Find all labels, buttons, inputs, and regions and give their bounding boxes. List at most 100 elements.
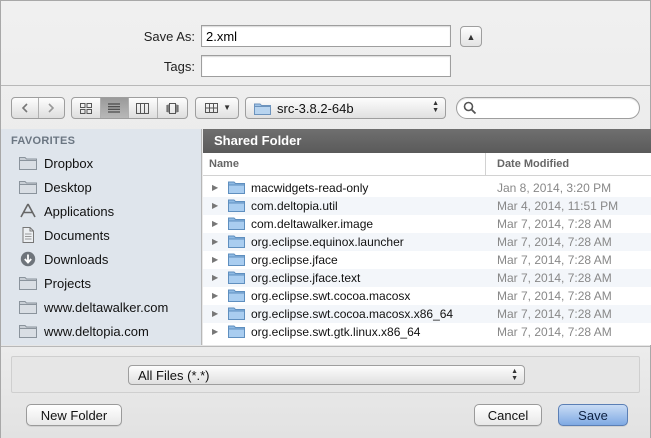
updown-arrows-icon: ▲ ▼ xyxy=(432,100,439,114)
file-date: Mar 7, 2014, 7:28 AM xyxy=(497,307,612,321)
sidebar: FAVORITES Dropbox Desktop Applications Docu… xyxy=(1,129,202,345)
cancel-button[interactable]: Cancel xyxy=(474,404,542,426)
save-as-input[interactable] xyxy=(201,25,451,47)
column-view-button[interactable] xyxy=(129,98,158,118)
icon-view-button[interactable] xyxy=(72,98,101,118)
sidebar-item-desktop[interactable]: Desktop xyxy=(19,176,92,198)
file-date: Mar 7, 2014, 7:28 AM xyxy=(497,235,612,249)
file-name: com.deltopia.util xyxy=(251,199,338,213)
file-date: Mar 7, 2014, 7:28 AM xyxy=(497,325,612,339)
cover-flow-button[interactable] xyxy=(158,98,187,118)
sidebar-item-label: www.deltawalker.com xyxy=(44,299,169,315)
sidebar-item-projects[interactable]: Projects xyxy=(19,272,91,294)
sidebar-item-label: Downloads xyxy=(44,251,109,267)
file-name: org.eclipse.jface.text xyxy=(251,271,361,285)
location-label: src-3.8.2-64b xyxy=(277,100,354,116)
file-row[interactable]: ▶ org.eclipse.swt.gtk.linux.x86_64 Mar 7, … xyxy=(203,323,651,341)
chevron-right-icon xyxy=(48,103,55,113)
current-folder-title: Shared Folder xyxy=(203,129,651,153)
folder-icon xyxy=(228,325,245,343)
disclosure-triangle-icon[interactable]: ▶ xyxy=(212,287,218,305)
file-row[interactable]: ▶ org.eclipse.equinox.launcher Mar 7, 2014… xyxy=(203,233,651,251)
sidebar-item-label: Dropbox xyxy=(44,155,94,171)
file-browser: Shared Folder Name Date Modified ▶ macwid… xyxy=(203,129,651,345)
chevron-down-icon: ▼ xyxy=(223,103,231,112)
filter-box: All Files (*.*) ▲ ▼ xyxy=(11,356,640,393)
column-header-name[interactable]: Name xyxy=(203,153,486,176)
file-name: com.deltawalker.image xyxy=(251,217,374,231)
sidebar-item-dropbox[interactable]: Dropbox xyxy=(19,152,93,174)
column-view-icon xyxy=(136,102,150,114)
disclosure-triangle-icon[interactable]: ▶ xyxy=(212,233,218,251)
documents-icon xyxy=(19,227,37,243)
sidebar-heading: FAVORITES xyxy=(11,135,76,147)
sidebar-item-label: Documents xyxy=(44,227,110,243)
folder-icon xyxy=(19,179,37,195)
new-folder-button[interactable]: New Folder xyxy=(26,404,122,426)
sidebar-item-label: Desktop xyxy=(44,179,92,195)
folder-icon xyxy=(254,103,271,115)
arrange-grid-icon xyxy=(205,103,218,113)
file-row[interactable]: ▶ org.eclipse.swt.cocoa.macosx Mar 7, 2014… xyxy=(203,287,651,305)
file-row[interactable]: ▶ com.deltopia.util Mar 4, 2014, 11:51 PM xyxy=(203,197,651,215)
file-name: org.eclipse.jface xyxy=(251,253,338,267)
file-type-popup[interactable]: All Files (*.*) ▲ ▼ xyxy=(128,365,525,385)
expand-dialog-button[interactable]: ▲ xyxy=(460,26,482,47)
arrange-menu-button[interactable]: ▼ xyxy=(195,97,239,119)
file-row[interactable]: ▶ macwidgets-read-only Jan 8, 2014, 3:20 P… xyxy=(203,179,651,197)
folder-icon xyxy=(19,299,37,315)
disclosure-triangle-icon[interactable]: ▶ xyxy=(212,323,218,341)
file-name: macwidgets-read-only xyxy=(251,181,369,195)
list-view-icon xyxy=(108,103,121,113)
chevron-left-icon xyxy=(21,103,28,113)
sidebar-item-www-deltawalker-com[interactable]: www.deltawalker.com xyxy=(19,296,168,318)
divider xyxy=(1,85,650,86)
disclosure-triangle-icon[interactable]: ▶ xyxy=(212,179,218,197)
save-as-label: Save As: xyxy=(143,29,195,44)
back-forward-control xyxy=(11,97,65,119)
forward-button[interactable] xyxy=(39,98,65,118)
file-row[interactable]: ▶ com.deltawalker.image Mar 7, 2014, 7:28 … xyxy=(203,215,651,233)
cover-flow-icon xyxy=(166,102,179,114)
file-date: Mar 7, 2014, 7:28 AM xyxy=(497,289,612,303)
file-row[interactable]: ▶ org.eclipse.swt.cocoa.macosx.x86_64 Mar … xyxy=(203,305,651,323)
file-type-label: All Files (*.*) xyxy=(138,367,210,383)
sidebar-item-label: Projects xyxy=(44,275,91,291)
file-name: org.eclipse.swt.gtk.linux.x86_64 xyxy=(251,325,421,339)
file-name: org.eclipse.equinox.launcher xyxy=(251,235,404,249)
folder-icon xyxy=(19,275,37,291)
disclosure-triangle-icon[interactable]: ▶ xyxy=(212,197,218,215)
triangle-up-icon: ▲ xyxy=(466,31,476,42)
file-date: Mar 7, 2014, 7:28 AM xyxy=(497,253,612,267)
sidebar-item-applications[interactable]: Applications xyxy=(19,200,114,222)
disclosure-triangle-icon[interactable]: ▶ xyxy=(212,251,218,269)
back-button[interactable] xyxy=(12,98,39,118)
tags-label: Tags: xyxy=(163,59,195,74)
disclosure-triangle-icon[interactable]: ▶ xyxy=(212,269,218,287)
file-date: Mar 4, 2014, 11:51 PM xyxy=(497,199,619,213)
disclosure-triangle-icon[interactable]: ▶ xyxy=(212,305,218,323)
save-button[interactable]: Save xyxy=(558,404,628,426)
sidebar-item-www-deltopia-com[interactable]: www.deltopia.com xyxy=(19,320,149,342)
search-field[interactable] xyxy=(456,97,640,119)
folder-icon xyxy=(19,155,37,171)
downloads-icon xyxy=(19,251,37,267)
view-mode-control xyxy=(71,97,188,119)
file-date: Jan 8, 2014, 3:20 PM xyxy=(497,181,612,195)
file-name: org.eclipse.swt.cocoa.macosx.x86_64 xyxy=(251,307,454,321)
bottom-panel: All Files (*.*) ▲ ▼ New Folder Cancel Sav… xyxy=(1,346,650,438)
file-name: org.eclipse.swt.cocoa.macosx xyxy=(251,289,411,303)
sidebar-item-downloads[interactable]: Downloads xyxy=(19,248,108,270)
sidebar-item-documents[interactable]: Documents xyxy=(19,224,110,246)
sidebar-item-label: www.deltopia.com xyxy=(44,323,149,339)
applications-icon xyxy=(19,203,37,219)
tags-input[interactable] xyxy=(201,55,451,77)
column-header-date[interactable]: Date Modified xyxy=(486,153,651,176)
list-view-button[interactable] xyxy=(100,98,130,118)
file-row[interactable]: ▶ org.eclipse.jface.text Mar 7, 2014, 7:28… xyxy=(203,269,651,287)
disclosure-triangle-icon[interactable]: ▶ xyxy=(212,215,218,233)
file-row[interactable]: ▶ org.eclipse.jface Mar 7, 2014, 7:28 AM xyxy=(203,251,651,269)
file-date: Mar 7, 2014, 7:28 AM xyxy=(497,271,612,285)
location-popup[interactable]: src-3.8.2-64b ▲ ▼ xyxy=(245,97,446,119)
grid-view-icon xyxy=(79,102,92,114)
